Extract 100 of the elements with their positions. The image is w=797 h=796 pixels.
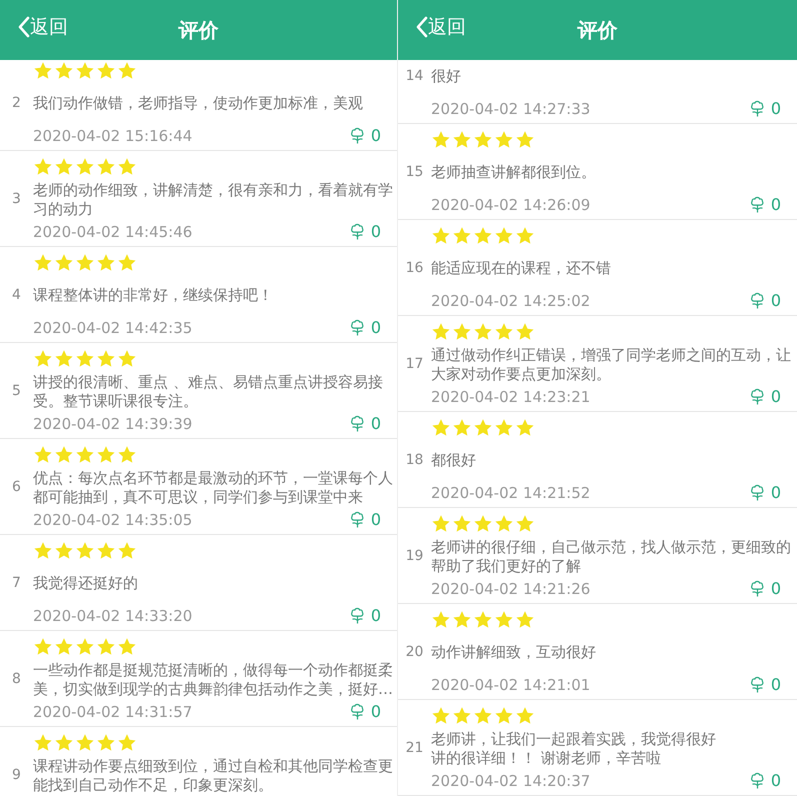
back-button[interactable]: 返回: [18, 13, 68, 42]
review-text: 老师讲的很仔细，自己做示范，找人做示范，更细致的帮助了我们更好的了解: [431, 538, 792, 576]
star-icon: [515, 226, 535, 246]
star-icon: [33, 61, 53, 81]
review-number: 20: [406, 643, 424, 662]
star-icon: [431, 514, 451, 534]
flower-icon: [748, 484, 766, 502]
star-icon: [494, 610, 514, 630]
like-count: 0: [370, 317, 381, 339]
like-count: 0: [370, 413, 381, 435]
star-icon: [515, 418, 535, 438]
star-icon: [452, 226, 472, 246]
star-icon: [96, 61, 116, 81]
review-number: 3: [12, 190, 21, 209]
like-count: 0: [370, 125, 381, 147]
star-icon: [54, 253, 74, 273]
page-title: 评价: [178, 17, 218, 44]
star-icon: [96, 637, 116, 657]
star-icon: [75, 253, 95, 273]
flower-icon: [748, 196, 766, 214]
star-icon: [33, 733, 53, 753]
review-text: 通过做动作纠正错误，增强了同学老师之间的互动，让大家对动作要点更加深刻。: [431, 346, 792, 384]
like-count: 0: [370, 605, 381, 627]
review-time: 2020-04-02 14:39:39: [33, 414, 192, 435]
star-icon: [431, 130, 451, 150]
review-text: 优点：每次点名环节都是最激动的环节，一堂课每个人都可能抽到，真不可思议，同学们参与到课堂中来: [33, 468, 394, 506]
star-icon: [96, 445, 116, 465]
star-icon: [515, 610, 535, 630]
chevron-left-icon: [416, 16, 428, 38]
review-text: 动作讲解细致，互动很好: [431, 643, 597, 662]
flower-icon: [748, 292, 766, 310]
star-icon: [75, 61, 95, 81]
review-number: 4: [12, 286, 21, 305]
star-icon: [494, 322, 514, 342]
star-icon: [75, 637, 95, 657]
star-icon: [494, 226, 514, 246]
review-time: 2020-04-02 15:16:44: [33, 126, 192, 147]
star-icon: [431, 706, 451, 726]
star-icon: [473, 706, 493, 726]
review-number: 18: [406, 451, 424, 470]
review-text: 都很好: [431, 451, 477, 470]
review-text: 老师讲，让我们一起跟着实践，我觉得很好: [431, 730, 716, 748]
flower-icon: [348, 223, 366, 241]
star-icon: [515, 514, 535, 534]
review-text: 我们动作做错，老师指导，使动作更加标准，美观: [33, 94, 364, 113]
star-icon: [33, 253, 53, 273]
review-text: 讲授的很清晰、重点 、难点、易错点重点讲授容易接受。整节课听课很专注。: [33, 372, 384, 410]
like-count: 0: [370, 221, 381, 243]
star-icon: [452, 706, 472, 726]
flower-icon: [748, 100, 766, 118]
star-icon: [515, 130, 535, 150]
star-icon: [452, 418, 472, 438]
flower-icon: [348, 511, 366, 529]
star-icon: [473, 130, 493, 150]
star-icon: [515, 706, 535, 726]
like-count: 0: [370, 509, 381, 531]
back-button[interactable]: 返回: [416, 13, 466, 42]
star-icon: [117, 349, 137, 369]
flower-icon: [348, 319, 366, 337]
star-icon: [494, 130, 514, 150]
flower-icon: [748, 676, 766, 694]
star-icon: [431, 418, 451, 438]
review-number: 15: [406, 163, 424, 182]
review-time: 2020-04-02 14:35:05: [33, 510, 192, 531]
star-icon: [494, 418, 514, 438]
star-icon: [452, 130, 472, 150]
review-number: 7: [12, 574, 21, 593]
like-count: 0: [770, 482, 781, 504]
star-icon: [515, 322, 535, 342]
star-icon: [96, 253, 116, 273]
star-icon: [117, 637, 137, 657]
chevron-left-icon: [18, 16, 30, 38]
review-text: 讲的很详细！！ 谢谢老师，辛苦啦: [431, 748, 661, 768]
review-number: 2: [12, 94, 21, 113]
like-count: 0: [770, 770, 781, 792]
star-icon: [54, 733, 74, 753]
star-icon: [33, 157, 53, 177]
star-icon: [452, 514, 472, 534]
star-icon: [117, 157, 137, 177]
star-icon: [33, 349, 53, 369]
flower-icon: [348, 607, 366, 625]
review-number: 17: [406, 355, 424, 374]
like-count: 0: [770, 578, 781, 600]
star-icon: [117, 445, 137, 465]
review-text: 老师抽查讲解都很到位。: [431, 163, 597, 182]
star-icon: [33, 637, 53, 657]
star-icon: [54, 349, 74, 369]
star-icon: [75, 349, 95, 369]
review-number: 8: [12, 670, 21, 689]
review-time: 2020-04-02 14:42:35: [33, 318, 192, 339]
flower-icon: [348, 415, 366, 433]
flower-icon: [348, 127, 366, 145]
star-icon: [473, 226, 493, 246]
review-text: 能适应现在的课程，还不错: [431, 259, 612, 278]
star-icon: [33, 445, 53, 465]
star-icon: [54, 157, 74, 177]
star-icon: [452, 322, 472, 342]
star-icon: [75, 733, 95, 753]
star-icon: [96, 733, 116, 753]
star-icon: [75, 541, 95, 561]
